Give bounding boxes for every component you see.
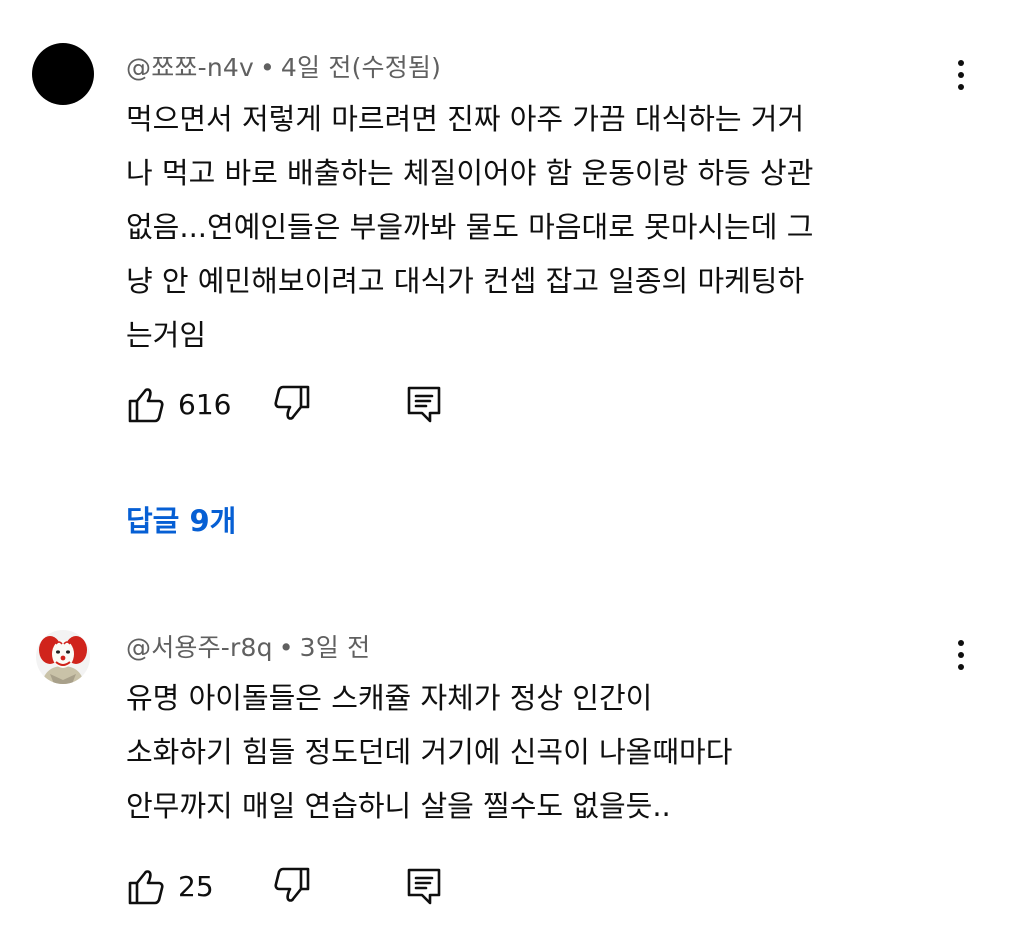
dislike-button[interactable] bbox=[272, 384, 312, 424]
thumbs-down-icon bbox=[274, 385, 310, 420]
reply-icon bbox=[407, 386, 441, 423]
author-name[interactable]: @서용주-r8q bbox=[126, 633, 273, 662]
timestamp[interactable]: 4일 전(수정됨) bbox=[281, 53, 441, 82]
meta-separator: • bbox=[259, 53, 275, 82]
like-button[interactable] bbox=[126, 866, 166, 906]
reply-icon bbox=[407, 868, 441, 905]
comment-text: 먹으면서 저렇게 마르려면 진짜 아주 가끔 대식하는 거거 나 먹고 바로 배… bbox=[126, 92, 946, 362]
thumbs-up-icon bbox=[128, 870, 164, 905]
avatar[interactable] bbox=[36, 630, 90, 684]
comment-line: 소화하기 힘들 정도던데 거기에 신곡이 나올때마다 bbox=[126, 735, 733, 769]
comment-meta: @쬬쬬-n4v • 4일 전(수정됨) bbox=[126, 48, 441, 84]
timestamp[interactable]: 3일 전 bbox=[300, 633, 371, 662]
reply-button[interactable] bbox=[404, 866, 444, 906]
thumbs-down-icon bbox=[274, 867, 310, 902]
reply-button[interactable] bbox=[404, 384, 444, 424]
comment-line: 냥 안 예민해보이려고 대식가 컨셉 잡고 일종의 마케팅하 bbox=[126, 264, 805, 298]
comment-line: 유명 아이돌들은 스캐쥴 자체가 정상 인간이 bbox=[126, 681, 653, 715]
comment-line: 안무까지 매일 연습하니 살을 찔수도 없을듯.. bbox=[126, 789, 671, 823]
like-button[interactable] bbox=[126, 384, 166, 424]
comment-line: 나 먹고 바로 배출하는 체질이어야 함 운동이랑 하등 상관 bbox=[126, 156, 814, 190]
meta-separator: • bbox=[278, 633, 294, 662]
clown-avatar-image bbox=[36, 630, 90, 684]
comment-line: 는거임 bbox=[126, 318, 207, 352]
more-options-button[interactable] bbox=[946, 635, 976, 675]
more-options-button[interactable] bbox=[946, 55, 976, 95]
like-count: 616 bbox=[178, 388, 232, 421]
comment-line: 없음...연예인들은 부을까봐 물도 마음대로 못마시는데 그 bbox=[126, 210, 814, 244]
dislike-button[interactable] bbox=[272, 866, 312, 906]
comment-text: 유명 아이돌들은 스캐쥴 자체가 정상 인간이 소화하기 힘들 정도던데 거기에… bbox=[126, 671, 946, 833]
comment-meta: @서용주-r8q • 3일 전 bbox=[126, 628, 370, 664]
comment-line: 먹으면서 저렇게 마르려면 진짜 아주 가끔 대식하는 거거 bbox=[126, 102, 805, 136]
author-name[interactable]: @쬬쬬-n4v bbox=[126, 53, 254, 82]
more-vert-icon bbox=[958, 640, 964, 646]
more-vert-icon bbox=[958, 60, 964, 66]
like-count: 25 bbox=[178, 870, 214, 903]
thumbs-up-icon bbox=[128, 388, 164, 423]
avatar[interactable] bbox=[32, 43, 94, 105]
view-replies-button[interactable]: 답글 9개 bbox=[126, 498, 236, 540]
